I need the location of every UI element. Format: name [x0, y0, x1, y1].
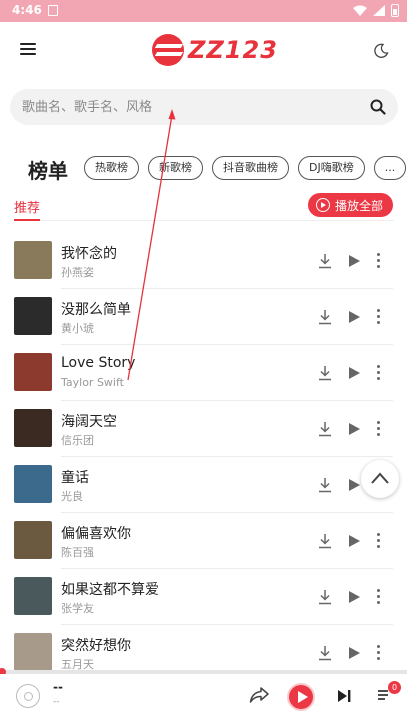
song-artist: 黄小琥 — [61, 322, 94, 335]
search-icon[interactable] — [370, 99, 386, 115]
more-options-icon[interactable] — [377, 309, 381, 325]
tab-row: 推荐 播放全部 — [0, 193, 407, 221]
chart-tag-dj[interactable]: DJ嗨歌榜 — [298, 156, 365, 180]
status-bar: 4:46 — [0, 0, 407, 22]
search-bar — [10, 89, 398, 125]
album-cover[interactable] — [14, 633, 52, 670]
play-all-button[interactable]: 播放全部 — [307, 193, 393, 217]
song-artist: 张学友 — [61, 602, 94, 615]
album-cover[interactable] — [14, 241, 52, 279]
download-icon[interactable] — [318, 645, 332, 661]
song-title: 偏偏喜欢你 — [61, 526, 131, 542]
logo-mark-icon — [152, 34, 184, 66]
search-input[interactable] — [22, 89, 362, 125]
album-cover[interactable] — [14, 521, 52, 559]
app-header: ZZ123 — [0, 22, 407, 82]
tab-divider — [14, 220, 394, 221]
song-list: 我怀念的孙燕姿没那么简单黄小琥 Love Story Taylor Swift 海阔天… — [0, 233, 407, 670]
song-row[interactable]: 如果这都不算爱 张学友 — [0, 569, 407, 625]
song-row[interactable]: 海阔天空 信乐团 — [0, 401, 407, 457]
album-cover[interactable] — [14, 409, 52, 447]
app-logo: ZZ123 — [152, 34, 278, 66]
scroll-top-button[interactable] — [361, 460, 399, 498]
play-icon[interactable] — [349, 423, 360, 435]
song-title: Love Story — [61, 355, 136, 371]
logo-text: ZZ123 — [188, 36, 278, 64]
song-title: 童话 — [61, 470, 89, 486]
song-artist: 光良 — [61, 490, 83, 503]
play-icon[interactable] — [349, 591, 360, 603]
play-icon[interactable] — [349, 535, 360, 547]
play-circle-icon — [315, 198, 330, 212]
status-time: 4:46 — [12, 3, 42, 17]
tab-underline — [14, 219, 40, 221]
download-icon[interactable] — [318, 589, 332, 605]
now-playing-artist: -- — [53, 697, 60, 707]
moon-icon[interactable] — [373, 43, 389, 59]
battery-icon — [391, 4, 399, 17]
song-row[interactable]: 童话 光良 — [0, 457, 407, 513]
play-all-label: 播放全部 — [334, 198, 383, 213]
share-icon[interactable] — [249, 686, 269, 704]
album-cover[interactable] — [14, 297, 52, 335]
song-row[interactable]: Love Story Taylor Swift — [0, 345, 407, 401]
chart-tag-hot[interactable]: 热歌榜 — [84, 156, 139, 180]
more-options-icon[interactable] — [377, 645, 381, 661]
album-disc-icon[interactable] — [16, 684, 40, 708]
song-artist: 五月天 — [61, 658, 94, 670]
queue-count-badge: 0 — [388, 681, 401, 694]
song-artist: 陈百强 — [61, 546, 94, 559]
song-artist: Taylor Swift — [61, 376, 124, 389]
song-row[interactable]: 偏偏喜欢你 陈百强 — [0, 513, 407, 569]
mini-player: -- -- 0 — [0, 674, 407, 723]
more-options-icon[interactable] — [377, 589, 381, 605]
download-icon[interactable] — [318, 253, 332, 269]
play-icon[interactable] — [349, 479, 360, 491]
song-row[interactable]: 没那么简单 黄小琥 — [0, 289, 407, 345]
next-track-icon[interactable] — [337, 689, 351, 703]
notification-icon — [48, 5, 58, 16]
album-cover[interactable] — [14, 465, 52, 503]
signal-icon — [373, 5, 385, 16]
now-playing-title: -- — [53, 680, 63, 694]
chart-tag-more[interactable]: ... — [373, 156, 407, 180]
download-icon[interactable] — [318, 421, 332, 437]
play-icon[interactable] — [349, 255, 360, 267]
song-row[interactable]: 我怀念的 孙燕姿 — [0, 233, 407, 289]
chevron-up-icon — [371, 472, 389, 484]
status-icons — [353, 4, 399, 17]
song-title: 我怀念的 — [61, 246, 117, 262]
play-icon[interactable] — [349, 367, 360, 379]
play-icon[interactable] — [349, 647, 360, 659]
charts-title: 榜单 — [28, 159, 68, 183]
play-button[interactable] — [287, 683, 315, 711]
download-icon[interactable] — [318, 365, 332, 381]
play-icon[interactable] — [349, 311, 360, 323]
wifi-icon — [353, 5, 367, 16]
song-artist: 信乐团 — [61, 434, 94, 447]
album-cover[interactable] — [14, 577, 52, 615]
tab-recommend[interactable]: 推荐 — [14, 197, 40, 216]
song-title: 如果这都不算爱 — [61, 582, 159, 598]
download-icon[interactable] — [318, 533, 332, 549]
menu-icon[interactable] — [20, 43, 36, 57]
song-title: 海阔天空 — [61, 414, 117, 430]
chart-tag-new[interactable]: 新歌榜 — [148, 156, 203, 180]
download-icon[interactable] — [318, 309, 332, 325]
chart-tags: 热歌榜 新歌榜 抖音歌曲榜 DJ嗨歌榜 ... — [84, 156, 407, 180]
song-title: 突然好想你 — [61, 638, 131, 654]
more-options-icon[interactable] — [377, 365, 381, 381]
download-icon[interactable] — [318, 477, 332, 493]
more-options-icon[interactable] — [377, 421, 381, 437]
song-row[interactable]: 突然好想你 五月天 — [0, 625, 407, 670]
more-options-icon[interactable] — [377, 253, 381, 269]
song-title: 没那么简单 — [61, 302, 131, 318]
chart-tag-douyin[interactable]: 抖音歌曲榜 — [212, 156, 289, 180]
more-options-icon[interactable] — [377, 533, 381, 549]
album-cover[interactable] — [14, 353, 52, 391]
song-artist: 孙燕姿 — [61, 266, 94, 279]
